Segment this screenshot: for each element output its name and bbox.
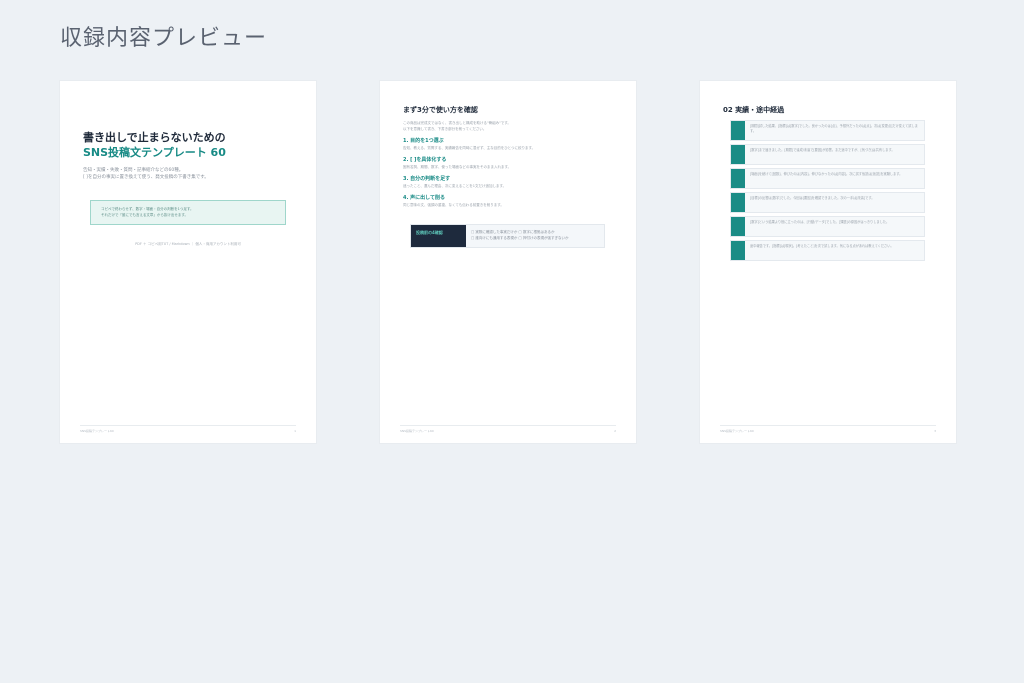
cover-title: 書き出しで止まらないための — [83, 131, 226, 144]
template-card: [数字]という結果より役に立ったのは、[行動/データ]でした。[課題]の原因がは… — [730, 216, 925, 237]
page-footer: SNS投稿テンプレート60 2 — [400, 425, 616, 433]
template-card: 途中報告です。[指標]は[現状]。[考えたこと]を次で試します。気になる点があれ… — [730, 240, 925, 261]
card-text: [期間]試した結果、[指標]は[数字]でした。良かったのは[点]、予想外だったの… — [750, 124, 918, 133]
step-item: 4. 声に出して削る 同じ意味の文、強調の重複、なくても伝わる前置きを削ります。 — [403, 194, 613, 208]
step-title: 2. [ ]を具体化する — [403, 157, 447, 163]
checklist-label: 投稿前の4確認 — [411, 225, 466, 247]
card-text: 途中報告です。[指標]は[現状]。[考えたこと]を次で試します。気になる点があれ… — [750, 244, 894, 248]
step-body: 告知、教える、質問する、実績報告を同時に混ぜず、主な目的をひとつに絞ります。 — [403, 146, 536, 150]
section-heading: 02 実績・途中経過 — [723, 106, 785, 114]
card-accent-bar — [731, 169, 745, 188]
preview-page-how-to: まず3分で使い方を確認 この商品は完成文ではなく、書き出しと構成を助ける"骨組み… — [380, 81, 636, 443]
cover-title-accent: SNS投稿文テンプレート 60 — [83, 146, 226, 159]
card-text: [数字]という結果より役に立ったのは、[行動/データ]でした。[課題]の原因がは… — [750, 220, 890, 224]
footer-title: SNS投稿テンプレート60 — [80, 429, 114, 433]
card-accent-bar — [731, 121, 745, 140]
template-card: [数字]まで届きました。[期間]で達成/未達で[要因]が影響。まだ途中ですが、[… — [730, 144, 925, 165]
cover-note-box: コピペで終わらせず、数字・場面・自分の判断を1つ足す。 それだけで「誰にでも言え… — [90, 200, 286, 225]
intro-line: この商品は完成文ではなく、書き出しと構成を助ける"骨組み"です。 — [403, 121, 511, 125]
card-text: [場面]を続けて[回数]、伸びたのは[内容]。伸びなかったのは[内容]。次に試す… — [750, 172, 903, 176]
intro-line: 以下を意識して書き、下書き部分を削ってください。 — [403, 126, 487, 131]
cover-description-line: [ ]を自分の事実に置き換えて使う、発文投稿の下書き集です。 — [83, 175, 209, 180]
checklist-box: 投稿前の4確認 □ 実際に確認した事実だけか □ 数字に根拠はあるか □ 誰向け… — [410, 224, 605, 248]
page-number: 2 — [614, 429, 616, 433]
page-footer: SNS投稿テンプレート60 1 — [80, 425, 296, 433]
cover-note-line: それだけで「誰にでも言える文章」から抜け出せます。 — [101, 212, 189, 217]
step-item: 1. 目的を1つ選ぶ 告知、教える、質問する、実績報告を同時に混ぜず、主な目的を… — [403, 137, 613, 151]
step-body: 固有名詞、期間、数字、使った場面などの事実をそのまま入れます。 — [403, 165, 512, 169]
card-text: [目標]の反響は[数字]でした。今回は[要因]を確認できました。次の一手は[改善… — [750, 196, 875, 200]
page-number: 3 — [934, 429, 936, 433]
section-intro: この商品は完成文ではなく、書き出しと構成を助ける"骨組み"です。 以下を意識して… — [403, 121, 511, 132]
step-list: 1. 目的を1つ選ぶ 告知、教える、質問する、実績報告を同時に混ぜず、主な目的を… — [403, 137, 613, 213]
template-card: [場面]を続けて[回数]、伸びたのは[内容]。伸びなかったのは[内容]。次に試す… — [730, 168, 925, 189]
cover-description-line: 告知・実績・失敗・質問・記事紹介などの60種。 — [83, 168, 184, 173]
page-number: 1 — [294, 429, 296, 433]
cover-description: 告知・実績・失敗・質問・記事紹介などの60種。 [ ]を自分の事実に置き換えて使… — [83, 167, 209, 181]
preview-page-results: 02 実績・途中経過 [期間]試した結果、[指標]は[数字]でした。良かったのは… — [700, 81, 956, 443]
step-title: 3. 自分の判断を足す — [403, 176, 451, 182]
card-accent-bar — [731, 241, 745, 260]
step-body: 迷ったこと、選んだ理由、次に変えることを1文だけ追加します。 — [403, 184, 507, 188]
preview-page-cover: 書き出しで止まらないための SNS投稿文テンプレート 60 告知・実績・失敗・質… — [60, 81, 316, 443]
page-footer: SNS投稿テンプレート60 3 — [720, 425, 936, 433]
step-item: 2. [ ]を具体化する 固有名詞、期間、数字、使った場面などの事実をそのまま入… — [403, 156, 613, 170]
step-title: 1. 目的を1つ選ぶ — [403, 138, 444, 144]
template-card: [目標]の反響は[数字]でした。今回は[要因]を確認できました。次の一手は[改善… — [730, 192, 925, 213]
footer-title: SNS投稿テンプレート60 — [400, 429, 434, 433]
card-text: [数字]まで届きました。[期間]で達成/未達で[要因]が影響。まだ途中ですが、[… — [750, 148, 895, 152]
card-accent-bar — [731, 217, 745, 236]
section-heading: まず3分で使い方を確認 — [403, 106, 478, 114]
template-card-list: [期間]試した結果、[指標]は[数字]でした。良かったのは[点]、予想外だったの… — [730, 120, 925, 264]
checklist-line: □ 誰向けにも通用する表現か □ 押付けの表現が強すぎないか — [471, 236, 569, 240]
checklist-items: □ 実際に確認した事実だけか □ 数字に根拠はあるか □ 誰向けにも通用する表現… — [466, 225, 573, 247]
step-title: 4. 声に出して削る — [403, 195, 445, 201]
card-accent-bar — [731, 145, 745, 164]
card-accent-bar — [731, 193, 745, 212]
page-title: 収録内容プレビュー — [60, 26, 268, 51]
footer-title: SNS投稿テンプレート60 — [720, 429, 754, 433]
template-card: [期間]試した結果、[指標]は[数字]でした。良かったのは[点]、予想外だったの… — [730, 120, 925, 141]
cover-credit: PDF ＋ コピペ用TXT / Markdown ｜ 個人・商用アカウント利用可 — [135, 242, 241, 246]
step-body: 同じ意味の文、強調の重複、なくても伝わる前置きを削ります。 — [403, 203, 504, 207]
step-item: 3. 自分の判断を足す 迷ったこと、選んだ理由、次に変えることを1文だけ追加しま… — [403, 175, 613, 189]
